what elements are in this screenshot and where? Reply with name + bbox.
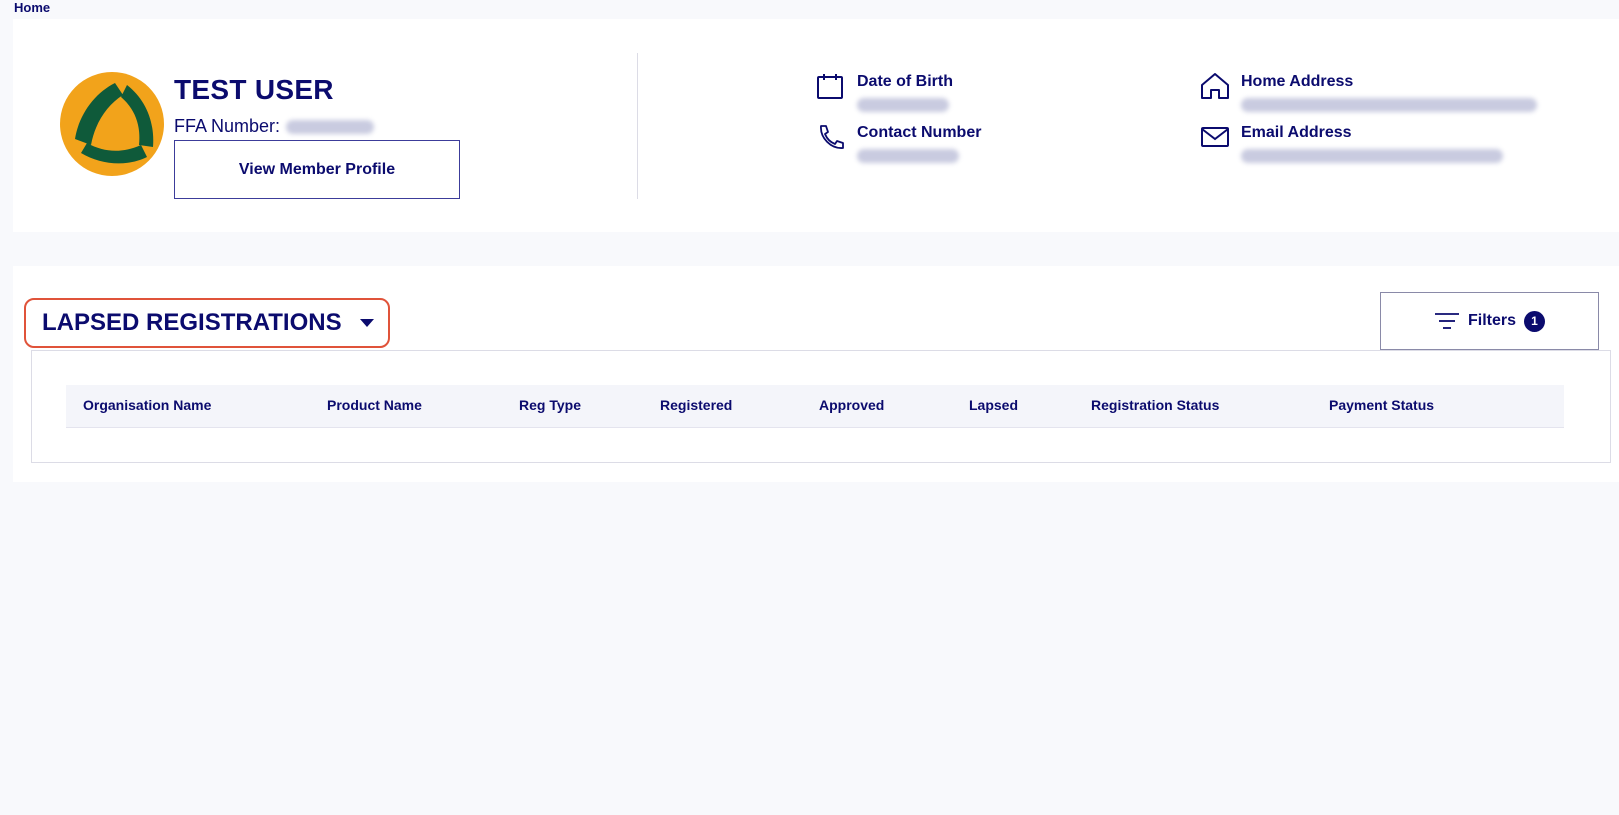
filters-label: Filters (1467, 312, 1516, 329)
filters-button[interactable]: Filters 1 (1380, 292, 1599, 350)
caret-down-icon (359, 319, 374, 327)
column-product-name[interactable]: Product Name (327, 397, 422, 413)
date-of-birth-value-redacted (857, 98, 949, 112)
column-registration-status[interactable]: Registration Status (1091, 397, 1219, 413)
member-profile-card: TEST USER FFA Number: View Member Profil… (13, 19, 1619, 232)
column-approved[interactable]: Approved (819, 397, 884, 413)
mail-icon (1201, 127, 1229, 147)
column-payment-status[interactable]: Payment Status (1329, 397, 1434, 413)
member-name: TEST USER (174, 74, 334, 105)
football-australia-logo (60, 72, 164, 176)
home-icon (1201, 73, 1229, 99)
email-address-label: Email Address (1241, 124, 1352, 141)
column-lapsed[interactable]: Lapsed (969, 397, 1018, 413)
contact-number-field: Contact Number (815, 123, 981, 168)
ffa-number-value-redacted (286, 119, 375, 134)
date-of-birth-label: Date of Birth (857, 73, 953, 90)
home-address-label: Home Address (1241, 73, 1354, 90)
home-address-field: Home Address (1199, 72, 1537, 117)
phone-icon (820, 125, 844, 149)
profile-divider (637, 53, 638, 199)
ffa-number-label: FFA Number: (174, 116, 281, 136)
registrations-card: LAPSED REGISTRATIONS Filters 1 Organisat… (13, 266, 1619, 482)
ffa-number-row: FFA Number: (174, 116, 375, 137)
registrations-type-dropdown[interactable]: LAPSED REGISTRATIONS (24, 298, 390, 348)
home-address-value-redacted (1241, 98, 1537, 112)
registrations-table: Organisation Name Product Name Reg Type … (31, 350, 1611, 463)
column-reg-type[interactable]: Reg Type (519, 397, 581, 413)
filter-icon (1434, 313, 1459, 329)
contact-number-value-redacted (857, 149, 959, 163)
email-address-value-redacted (1241, 149, 1503, 163)
view-member-profile-button[interactable]: View Member Profile (174, 140, 460, 199)
column-registered[interactable]: Registered (660, 397, 732, 413)
breadcrumb-home[interactable]: Home (14, 0, 50, 15)
email-address-field: Email Address (1199, 123, 1503, 168)
contact-number-label: Contact Number (857, 124, 982, 141)
column-organisation-name[interactable]: Organisation Name (83, 397, 211, 413)
registrations-title: LAPSED REGISTRATIONS (42, 309, 342, 336)
calendar-icon (817, 74, 843, 99)
date-of-birth-field: Date of Birth (815, 72, 953, 117)
filters-count-badge: 1 (1524, 310, 1545, 332)
table-header-row: Organisation Name Product Name Reg Type … (66, 385, 1564, 428)
